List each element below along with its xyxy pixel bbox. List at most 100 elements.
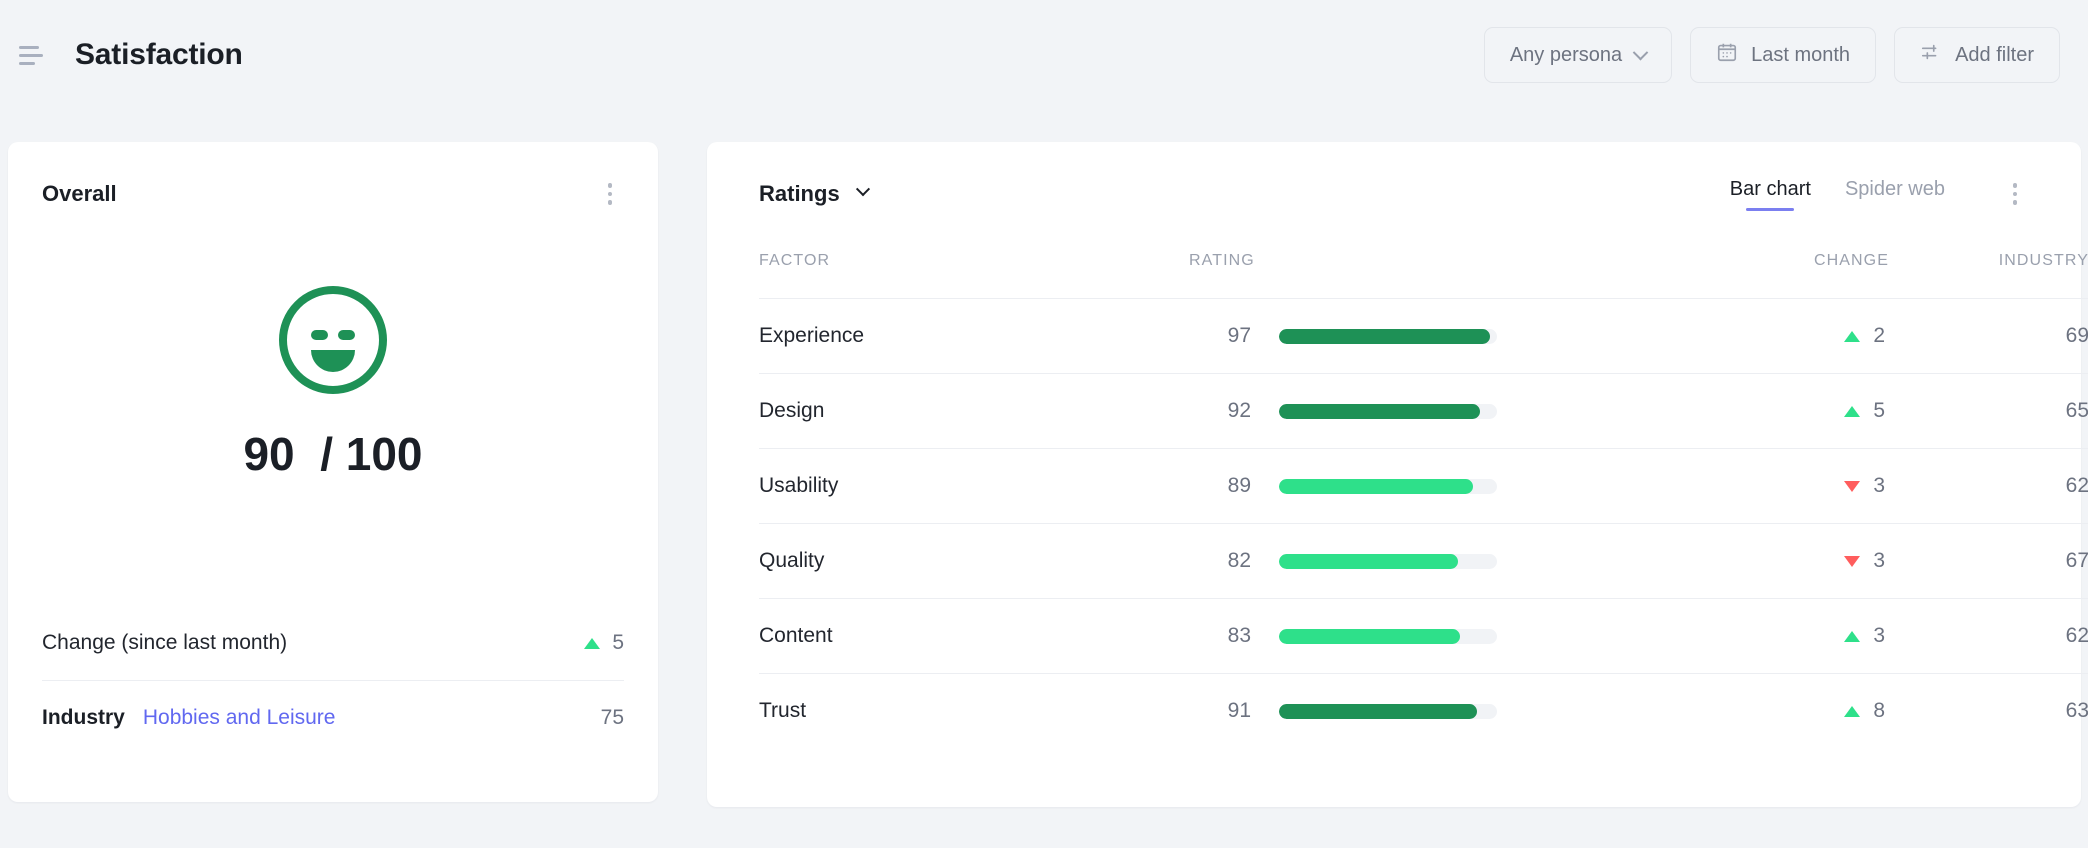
change-group: 3 [1649, 474, 1889, 498]
cell-factor: Experience [759, 298, 1189, 374]
cell-rating: 91 [1189, 674, 1649, 749]
cell-change: 3 [1649, 448, 1889, 524]
ratings-table-body: Experience 97 2 69 Design 92 5 65 Usability 89 3 62… [759, 298, 2088, 749]
persona-filter-button[interactable]: Any persona [1483, 27, 1673, 83]
change-value: 3 [1873, 549, 1885, 572]
rating-value: 92 [1227, 399, 1251, 422]
rating-bar-track [1279, 328, 1497, 344]
hamburger-line-1 [19, 45, 39, 49]
hamburger-line-3 [19, 61, 35, 65]
rating-bar-group: 97 [1189, 324, 1649, 348]
factor-label: Experience [759, 324, 865, 347]
add-filter-label: Add filter [1955, 43, 2034, 66]
overall-change-row: Change (since last month) 5 [42, 606, 624, 680]
triangle-up-icon [584, 637, 601, 649]
rating-bar-fill [1279, 553, 1458, 569]
factor-label: Design [759, 399, 825, 422]
triangle-up-icon [1844, 405, 1861, 417]
cell-factor: Trust [759, 674, 1189, 749]
change-group: 5 [1649, 399, 1889, 423]
change-group: 2 [1649, 324, 1889, 348]
cell-factor: Design [759, 373, 1189, 449]
cell-factor: Content [759, 598, 1189, 674]
overall-industry-label: Industry [42, 705, 125, 729]
tab-spider-web[interactable]: Spider web [1845, 178, 1945, 211]
cell-factor: Usability [759, 448, 1189, 524]
rating-value: 82 [1227, 549, 1251, 572]
rating-bar-fill [1279, 628, 1460, 644]
ratings-view-tabs: Bar chart Spider web [1730, 178, 2029, 211]
table-row[interactable]: Usability 89 3 62 [759, 448, 2088, 524]
cell-change: 3 [1649, 598, 1889, 674]
persona-filter-label: Any persona [1509, 43, 1623, 66]
cell-change: 3 [1649, 523, 1889, 599]
triangle-down-icon [1844, 555, 1861, 567]
triangle-up-icon [1844, 630, 1861, 642]
app-page: Satisfaction Any persona Last month Add … [0, 0, 2088, 848]
change-value: 2 [1873, 324, 1885, 347]
factor-label: Content [759, 624, 833, 647]
rating-bar-fill [1279, 403, 1480, 419]
ratings-card-header: Ratings Bar chart Spider web [759, 142, 2029, 222]
change-value: 8 [1873, 699, 1885, 723]
cell-industry: 63 [2065, 699, 2088, 723]
cell-industry: 62 [1889, 598, 2088, 674]
overall-score-gauge: 90 / 100 [42, 280, 624, 481]
cell-rating: 83 [1189, 598, 1649, 674]
overall-score-value: 90 / 100 [243, 428, 423, 480]
cell-industry: 65 [1889, 373, 2088, 449]
overall-kebab-menu-icon[interactable] [596, 179, 624, 209]
cell-industry: 69 [1889, 298, 2088, 374]
cell-rating: 89 [1189, 448, 1649, 524]
ratings-title-label: Ratings [759, 181, 840, 206]
tab-bar-chart[interactable]: Bar chart [1730, 178, 1811, 211]
change-group: 3 [1649, 624, 1889, 648]
rating-bar-fill [1279, 328, 1491, 344]
date-range-filter-button[interactable]: Last month [1690, 27, 1877, 83]
overall-industry-value: 75 [600, 705, 624, 729]
ratings-kebab-menu-icon[interactable] [2001, 179, 2029, 209]
rating-bar-track [1279, 703, 1497, 719]
top-bar-actions: Any persona Last month Add filter [1483, 27, 2060, 83]
cell-rating: 82 [1189, 523, 1649, 599]
chevron-down-icon [1632, 44, 1649, 60]
rating-bar-track [1279, 553, 1497, 569]
table-row[interactable]: Quality 82 3 67 [759, 523, 2088, 599]
cell-industry: 67 [1889, 523, 2088, 599]
cell-change: 5 [1649, 373, 1889, 449]
factor-label: Usability [759, 474, 839, 497]
hamburger-menu-icon[interactable] [14, 38, 48, 72]
rating-bar-group: 91 [1189, 699, 1649, 723]
add-filter-button[interactable]: Add filter [1894, 27, 2060, 83]
table-row[interactable]: Experience 97 2 69 [759, 298, 2088, 374]
rating-value: 89 [1227, 474, 1251, 497]
ratings-header-row: FACTOR RATING CHANGE INDUSTRY [759, 252, 2088, 299]
rating-bar-group: 89 [1189, 474, 1649, 498]
rating-bar-group: 83 [1189, 624, 1649, 648]
table-row[interactable]: Content 83 3 62 [759, 598, 2088, 674]
rating-bar-track [1279, 628, 1497, 644]
ratings-title-dropdown[interactable]: Ratings [759, 181, 870, 207]
overall-change-value-group: 5 [584, 631, 624, 655]
cell-rating: 97 [1189, 298, 1649, 374]
rating-value: 97 [1227, 324, 1251, 347]
overall-change-label: Change (since last month) [42, 631, 288, 654]
overall-change-value: 5 [612, 631, 624, 654]
change-value: 5 [1873, 399, 1885, 422]
rating-bar-fill [1279, 478, 1474, 494]
column-header-factor: FACTOR [759, 252, 1189, 299]
table-row[interactable]: Design 92 5 65 [759, 373, 2088, 449]
overall-industry-link[interactable]: Hobbies and Leisure [143, 706, 336, 730]
column-header-industry: INDUSTRY [1889, 252, 2088, 299]
overall-card-header: Overall [42, 142, 624, 222]
table-row[interactable]: Trust 91 8 63 [759, 674, 2088, 749]
ratings-table: FACTOR RATING CHANGE INDUSTRY Experience… [759, 252, 2088, 749]
triangle-up-icon [1844, 330, 1861, 342]
change-value: 3 [1873, 624, 1885, 647]
overall-footer: Change (since last month) 5 Industry Hob… [42, 606, 624, 754]
factor-label: Trust [759, 699, 807, 723]
column-header-rating: RATING [1189, 252, 1649, 299]
factor-label: Quality [759, 549, 825, 572]
top-bar: Satisfaction Any persona Last month Add … [0, 0, 2088, 110]
change-group: 3 [1649, 549, 1889, 573]
